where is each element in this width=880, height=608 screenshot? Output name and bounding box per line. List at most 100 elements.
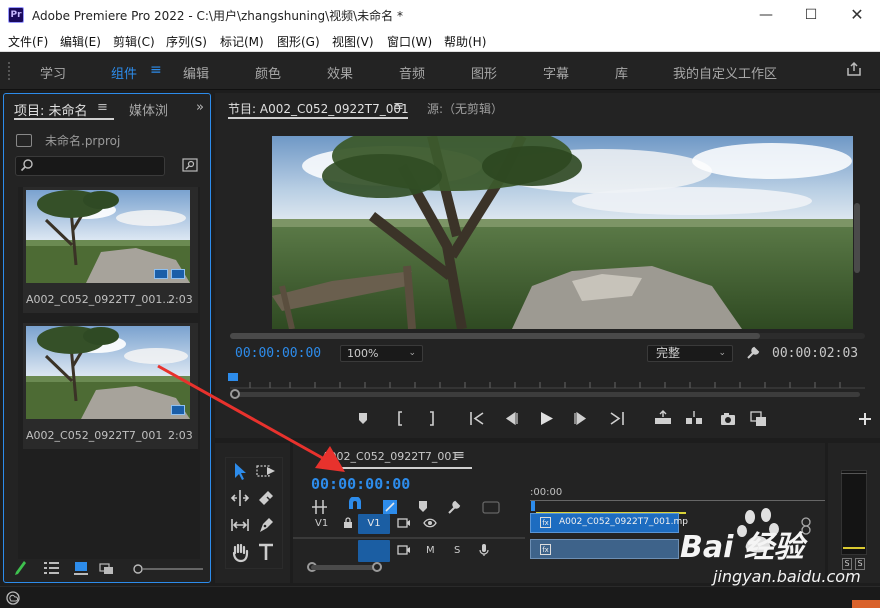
timeline-toolbar xyxy=(312,497,500,514)
workspace-menu-icon[interactable]: ≡ xyxy=(150,62,162,78)
playback-quality-select[interactable]: 完整 ⌄ xyxy=(647,345,733,362)
program-panel-menu-icon[interactable]: ≡ xyxy=(393,99,404,114)
go-to-out-icon[interactable] xyxy=(610,412,624,425)
sync-lock-icon[interactable] xyxy=(397,544,411,556)
menu-help[interactable]: 帮助(H) xyxy=(444,33,486,50)
pencil-icon[interactable] xyxy=(15,561,26,575)
ripple-edit-tool-icon[interactable] xyxy=(229,487,251,509)
workspace-tab-graphics[interactable]: 图形 xyxy=(471,63,497,82)
lock-icon[interactable] xyxy=(342,517,354,529)
playback-quality-value: 完整 xyxy=(656,346,681,360)
list-view-icon[interactable] xyxy=(44,562,59,574)
extract-icon[interactable] xyxy=(686,411,702,424)
baidu-watermark: Bai 经验 jingyan.baidu.com xyxy=(660,505,880,605)
lift-icon[interactable] xyxy=(655,410,671,424)
meter-peak-line xyxy=(841,473,867,474)
mute-button[interactable]: M xyxy=(426,545,435,556)
mark-in-icon[interactable] xyxy=(398,411,402,426)
step-back-icon[interactable] xyxy=(505,411,518,426)
search-icon xyxy=(20,159,33,172)
program-scroll-thumb[interactable] xyxy=(230,333,760,339)
workspace-tab-color[interactable]: 颜色 xyxy=(255,63,281,82)
timeline-ruler-label: :00:00 xyxy=(530,487,563,498)
program-timecode[interactable]: 00:00:00:00 xyxy=(235,346,321,361)
workspace-tab-audio[interactable]: 音频 xyxy=(399,63,425,82)
icon-view-icon[interactable] xyxy=(74,562,88,575)
timeline-playhead[interactable] xyxy=(531,501,535,511)
camera-icon[interactable] xyxy=(721,413,735,425)
workspace-tab-editing[interactable]: 编辑 xyxy=(183,63,209,82)
solo-button[interactable]: S xyxy=(454,545,460,556)
find-icon[interactable] xyxy=(182,158,198,172)
slip-tool-icon[interactable] xyxy=(229,514,251,536)
workspace-tab-captions[interactable]: 字幕 xyxy=(543,63,569,82)
project-search-input[interactable] xyxy=(15,156,165,176)
project-file-name: 未命名.prproj xyxy=(45,134,121,148)
timeline-audio-clip[interactable]: fx xyxy=(530,539,679,559)
workspace-tab-effects[interactable]: 效果 xyxy=(327,63,353,82)
tab-underline xyxy=(14,118,114,120)
sync-lock-icon[interactable] xyxy=(397,517,411,529)
menu-graphics[interactable]: 图形(G) xyxy=(277,33,320,50)
microphone-icon[interactable] xyxy=(478,543,490,557)
timeline-panel-menu-icon[interactable]: ≡ xyxy=(454,448,465,463)
menu-edit[interactable]: 编辑(E) xyxy=(60,33,101,50)
close-button[interactable]: ✕ xyxy=(834,0,880,30)
track-target-v1[interactable]: V1 xyxy=(358,514,390,534)
program-video-frame[interactable] xyxy=(272,136,853,329)
captions-icon[interactable] xyxy=(482,501,500,514)
play-icon[interactable] xyxy=(541,412,553,425)
type-tool-icon[interactable] xyxy=(255,541,277,563)
track-target-a1[interactable] xyxy=(358,540,390,562)
project-clip-item[interactable]: A002_C052_0922T7_001... 2:03 xyxy=(23,187,198,313)
razor-tool-icon[interactable] xyxy=(255,487,277,509)
workspace-tab-custom[interactable]: 我的自定义工作区 xyxy=(673,63,777,82)
zoom-level-value: 100% xyxy=(347,347,379,360)
watermark-logo-text: Bai 经验 xyxy=(680,530,808,565)
menu-view[interactable]: 视图(V) xyxy=(332,33,374,50)
timeline-scroll-handle-right[interactable] xyxy=(372,562,382,572)
maximize-button[interactable]: ☐ xyxy=(788,0,834,30)
share-icon[interactable] xyxy=(846,61,862,77)
track-divider[interactable] xyxy=(293,537,525,539)
minimize-button[interactable]: — xyxy=(743,0,789,30)
more-tabs-icon[interactable]: » xyxy=(196,100,204,115)
step-forward-icon[interactable] xyxy=(574,411,587,426)
hand-tool-icon[interactable] xyxy=(229,541,251,563)
menu-marker[interactable]: 标记(M) xyxy=(220,33,264,50)
comparison-view-icon[interactable] xyxy=(750,411,766,426)
tab-program[interactable]: 节目: A002_C052_0922T7_001 xyxy=(228,100,409,117)
tab-source[interactable]: 源:（无剪辑） xyxy=(427,100,503,117)
zoom-slider[interactable] xyxy=(133,564,203,574)
workspace-tab-learn[interactable]: 学习 xyxy=(40,63,66,82)
audio-badge-icon xyxy=(171,269,185,279)
tab-project[interactable]: 项目: 未命名 xyxy=(14,100,88,119)
workspace-tab-libraries[interactable]: 库 xyxy=(615,63,628,82)
timeline-ruler[interactable] xyxy=(530,500,825,501)
tab-media-browser[interactable]: 媒体浏 xyxy=(129,100,168,119)
eye-icon[interactable] xyxy=(423,517,437,529)
wrench-icon[interactable] xyxy=(745,345,761,361)
pen-tool-icon[interactable] xyxy=(255,514,277,536)
timeline-horizontal-scroll[interactable] xyxy=(311,565,379,570)
snap-magnet-icon[interactable] xyxy=(349,497,361,509)
menu-clip[interactable]: 剪辑(C) xyxy=(113,33,155,50)
nest-icon[interactable] xyxy=(312,500,327,514)
wrench-icon[interactable] xyxy=(448,500,461,514)
add-marker-icon[interactable] xyxy=(419,501,427,512)
go-to-in-icon[interactable] xyxy=(470,412,484,425)
clip-name: A002_C052_0922T7_001 xyxy=(26,429,163,442)
menu-sequence[interactable]: 序列(S) xyxy=(166,33,207,50)
add-button-icon[interactable] xyxy=(859,413,871,425)
mark-out-icon[interactable] xyxy=(430,411,434,426)
freeform-view-icon[interactable] xyxy=(99,563,113,574)
creative-cloud-icon[interactable] xyxy=(6,591,20,605)
workspace-tab-assembly[interactable]: 组件 xyxy=(111,63,137,82)
linked-selection-icon[interactable] xyxy=(383,500,397,514)
chevron-down-icon: ⌄ xyxy=(718,348,726,358)
menu-window[interactable]: 窗口(W) xyxy=(387,33,432,50)
timeline-video-clip[interactable]: fx A002_C052_0922T7_001.mp xyxy=(530,513,688,533)
program-vertical-scroll[interactable] xyxy=(854,203,860,273)
project-panel-menu-icon[interactable]: ≡ xyxy=(97,100,108,115)
menu-file[interactable]: 文件(F) xyxy=(8,33,48,50)
